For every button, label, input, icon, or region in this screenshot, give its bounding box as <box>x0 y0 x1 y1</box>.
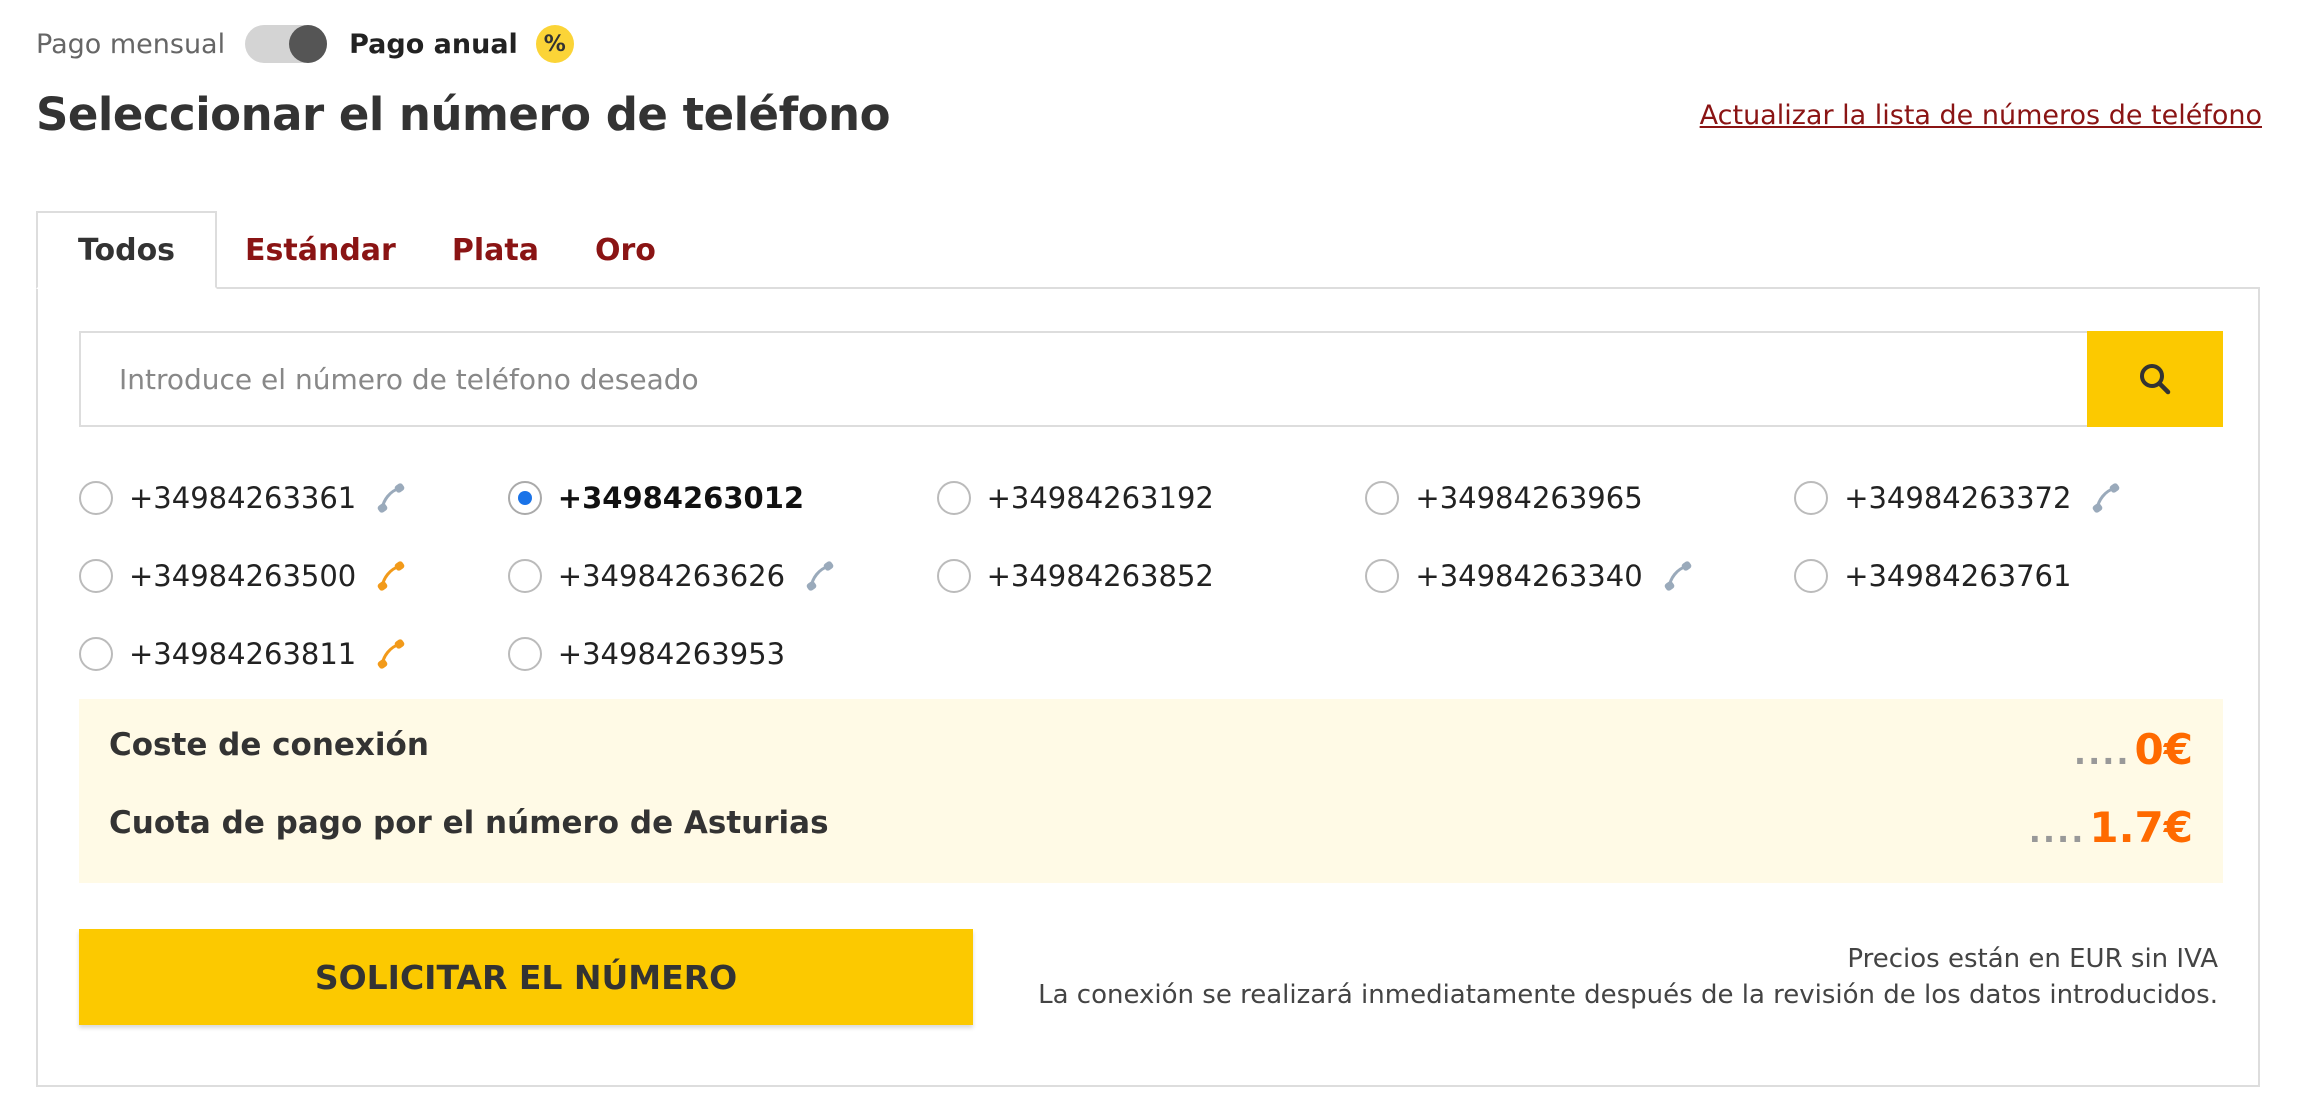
number-search-input[interactable] <box>81 333 2087 425</box>
connection-cost-amount: 0€ <box>2134 725 2193 774</box>
number-radio[interactable] <box>79 637 113 671</box>
connection-cost-row: Coste de conexión .... 0€ <box>79 725 2223 775</box>
number-option[interactable]: +34984263965 <box>1365 459 1794 537</box>
number-radio[interactable] <box>1365 559 1400 593</box>
phone-number-text: +34984263811 <box>129 637 357 671</box>
phone-number-text: +34984263852 <box>986 559 1214 593</box>
order-number-button[interactable]: SOLICITAR EL NÚMERO <box>79 929 973 1025</box>
phone-number-text: +34984263500 <box>129 559 357 593</box>
number-radio[interactable] <box>1794 481 1829 515</box>
billing-toggle-row: Pago mensual Pago anual % <box>36 20 574 68</box>
number-radio[interactable] <box>79 559 113 593</box>
number-radio[interactable] <box>1794 559 1829 593</box>
number-fee-label: Cuota de pago por el número de Asturias <box>109 805 829 841</box>
number-option[interactable]: +34984263340 <box>1365 537 1794 615</box>
phone-number-text: +34984263761 <box>1844 559 2072 593</box>
refresh-numbers-link[interactable]: Actualizar la lista de números de teléfo… <box>1700 100 2262 131</box>
toggle-knob <box>289 25 328 63</box>
search-button[interactable] <box>2087 331 2223 427</box>
numbers-grid: +34984263361 +34984263012 +34984263192 +349… <box>79 459 2223 693</box>
search-box <box>79 331 2223 427</box>
monthly-payment-label[interactable]: Pago mensual <box>36 29 225 60</box>
category-tabs: Todos Estándar Plata Oro <box>36 211 684 289</box>
number-option[interactable]: +34984263953 <box>507 615 937 693</box>
cost-summary: Coste de conexión .... 0€ Cuota de pago … <box>79 699 2223 883</box>
number-radio[interactable] <box>936 481 971 515</box>
number-radio[interactable] <box>1365 481 1400 515</box>
phone-icon <box>1661 560 1693 592</box>
number-option[interactable]: +34984263761 <box>1794 537 2223 615</box>
number-radio[interactable] <box>507 559 542 593</box>
dot-leader: .... <box>2073 734 2131 772</box>
number-radio[interactable] <box>507 637 542 671</box>
connection-note: La conexión se realizará inmediatamente … <box>1038 980 2218 1010</box>
phone-number-text: +34984263626 <box>557 559 786 593</box>
number-option[interactable]: +34984263500 <box>79 537 508 615</box>
phone-icon <box>2089 482 2121 514</box>
phone-number-text: +34984263372 <box>1844 481 2072 515</box>
billing-period-toggle[interactable] <box>245 25 328 63</box>
number-option[interactable]: +34984263626 <box>507 537 937 615</box>
tab-estandar[interactable]: Estándar <box>217 211 424 289</box>
number-fee-amount: 1.7€ <box>2089 803 2193 852</box>
search-icon <box>2140 364 2171 395</box>
phone-number-text: +34984263192 <box>986 481 1214 515</box>
phone-number-text: +34984263012 <box>557 481 805 515</box>
dot-leader: .... <box>2028 812 2086 850</box>
annual-payment-label[interactable]: Pago anual <box>349 29 518 60</box>
number-option[interactable]: +34984263852 <box>936 537 1366 615</box>
number-radio[interactable] <box>507 481 542 515</box>
phone-icon-premium <box>374 560 406 592</box>
phone-icon <box>374 482 406 514</box>
phone-number-text: +34984263953 <box>557 637 786 671</box>
number-option[interactable]: +34984263361 <box>79 459 508 537</box>
number-fee-row: Cuota de pago por el número de Asturias … <box>79 803 2223 853</box>
number-option[interactable]: +34984263192 <box>936 459 1366 537</box>
number-fee-value: .... 1.7€ <box>2029 803 2193 852</box>
connection-cost-value: .... 0€ <box>2074 725 2193 774</box>
tab-todos[interactable]: Todos <box>36 211 218 289</box>
page-title: Seleccionar el número de teléfono <box>36 88 891 141</box>
pricing-notes: Precios están en EUR sin IVA La conexión… <box>1038 941 2218 1013</box>
phone-icon-premium <box>374 638 406 670</box>
number-option[interactable]: +34984263372 <box>1794 459 2223 537</box>
phone-number-text: +34984263965 <box>1415 481 1643 515</box>
discount-badge: % <box>535 25 574 63</box>
number-option[interactable]: +34984263811 <box>79 615 508 693</box>
phone-icon <box>803 560 835 592</box>
number-option[interactable]: +34984263012 <box>507 459 937 537</box>
phone-number-text: +34984263340 <box>1415 559 1643 593</box>
phone-number-text: +34984263361 <box>129 481 357 515</box>
vat-note: Precios están en EUR sin IVA <box>1847 944 2218 974</box>
number-radio[interactable] <box>936 559 971 593</box>
tab-oro[interactable]: Oro <box>567 211 684 289</box>
tab-plata[interactable]: Plata <box>424 211 567 289</box>
connection-cost-label: Coste de conexión <box>109 727 429 763</box>
numbers-panel: +34984263361 +34984263012 +34984263192 +349… <box>36 287 2260 1087</box>
number-radio[interactable] <box>79 481 113 515</box>
radio-selected-dot <box>517 491 532 505</box>
